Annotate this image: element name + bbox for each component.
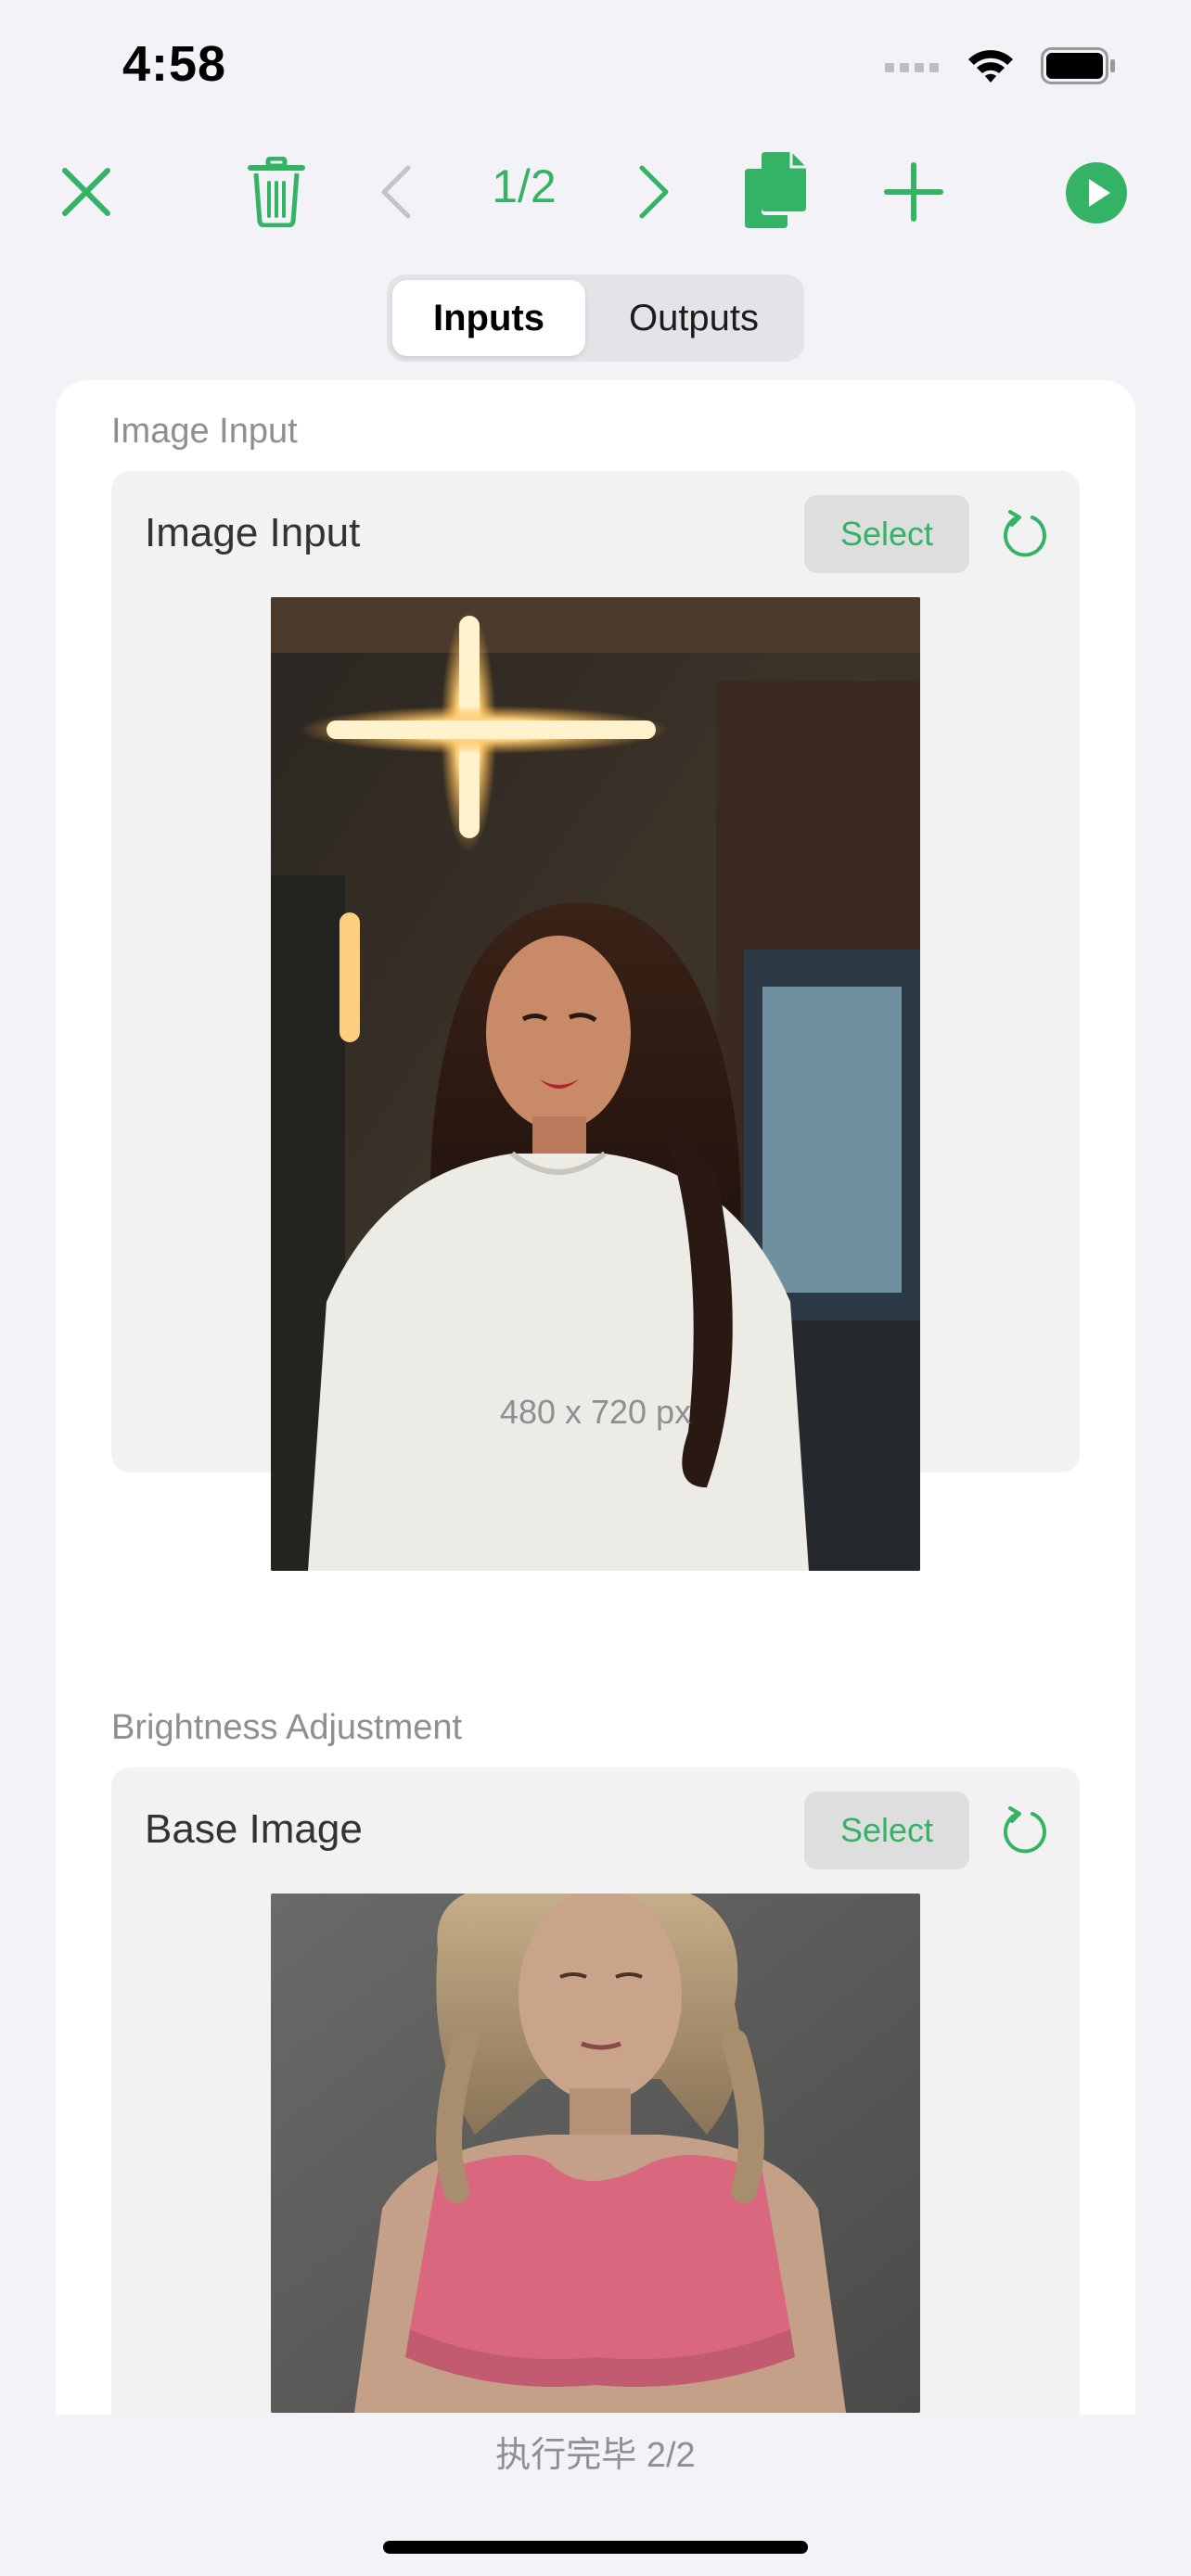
image-input-reset-icon[interactable] [997,506,1053,562]
home-indicator[interactable] [383,2541,808,2554]
base-image-select-button[interactable]: Select [804,1792,969,1869]
wifi-icon [967,47,1015,89]
section-title-brightness: Brightness Adjustment [111,1708,463,1747]
close-icon[interactable] [54,159,119,224]
status-icons [885,45,1117,91]
base-image-label: Base Image [145,1806,363,1852]
battery-icon [1041,46,1117,89]
page-indicator: 1/2 [492,160,557,212]
tab-outputs[interactable]: Outputs [589,280,799,356]
signal-icon [885,59,941,77]
image-input-label: Image Input [145,510,361,555]
image-input-panel: Image Input Select 480 x 720 px [111,471,1080,1571]
base-image-reset-icon[interactable] [997,1803,1053,1858]
base-image-panel: Base Image Select [111,1767,1080,2415]
plus-icon[interactable] [883,161,944,223]
execution-status: 执行完毕 2/2 [495,2436,696,2475]
copy-icon[interactable] [742,148,809,232]
image-input-dimensions: 480 x 720 px [499,1393,692,1431]
inputs-card: Image Input Image Input Select 480 x 720… [56,380,1135,2415]
chevron-left-icon[interactable] [375,161,417,223]
status-time: 4:58 [122,36,227,92]
inputs-outputs-segmented-control: Inputs Outputs [387,274,804,362]
tab-inputs[interactable]: Inputs [392,280,585,356]
chevron-right-icon[interactable] [633,161,675,223]
base-image-preview[interactable] [271,1894,920,2413]
section-title-image-input: Image Input [111,412,298,451]
trash-icon[interactable] [243,154,310,230]
play-icon[interactable] [1065,161,1128,224]
image-input-select-button[interactable]: Select [804,495,969,573]
